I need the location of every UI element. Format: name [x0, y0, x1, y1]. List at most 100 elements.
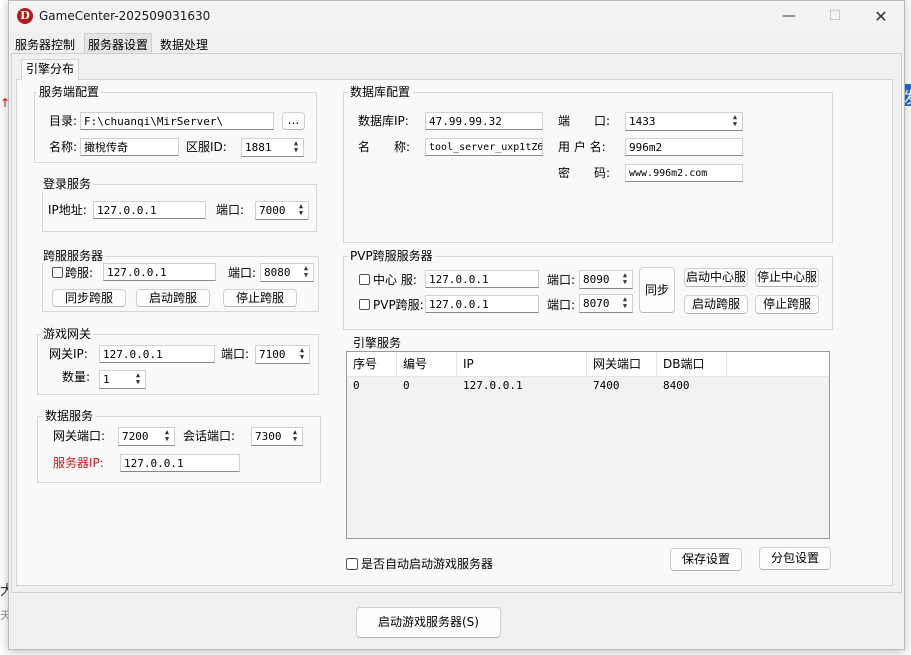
cross-ip-input[interactable]: 127.0.0.1: [103, 263, 216, 281]
region-value: 1881: [245, 141, 272, 154]
gateway-count-value: 1: [103, 373, 110, 386]
table-cell[interactable]: 127.0.0.1: [457, 377, 523, 395]
pvp-port-value: 8070: [583, 297, 610, 310]
pvp-sync-button[interactable]: 同步: [639, 267, 675, 313]
auto-start-label: 是否自动启动游戏服务器: [361, 557, 494, 571]
db-name-input[interactable]: tool_server_uxp1tZ6: [425, 138, 543, 156]
pvp-port-stepper[interactable]: 8070 ▲ ▼: [579, 294, 633, 313]
name-input[interactable]: 撖梲传奇: [80, 138, 179, 156]
pvp-checkbox[interactable]: [359, 299, 370, 310]
region-stepper[interactable]: 1881 ▲ ▼: [241, 138, 304, 157]
minimize-button[interactable]: —: [766, 1, 812, 32]
center-port-label: 端口:: [547, 273, 576, 287]
gateway-port-stepper[interactable]: 7100 ▲ ▼: [255, 345, 310, 364]
column-header[interactable]: 编号: [397, 352, 457, 376]
tab-server-control[interactable]: 服务器控制: [15, 36, 75, 53]
db-user-label: 用 户 名:: [558, 140, 606, 154]
pvp-stop-cross-button[interactable]: 停止跨服: [755, 295, 819, 314]
app-icon: D: [17, 8, 33, 24]
column-header[interactable]: 序号: [347, 352, 397, 376]
center-label: 中心 服:: [373, 273, 417, 287]
session-port-label: 会话端口:: [183, 429, 236, 443]
pvp-ip-input[interactable]: 127.0.0.1: [425, 295, 539, 313]
db-port-label: 端 口:: [558, 114, 611, 128]
spin-arrows-icon[interactable]: ▲ ▼: [291, 140, 301, 154]
server-ip-label: 服务器IP:: [53, 456, 104, 470]
login-port-value: 7000: [259, 204, 286, 217]
gateway-ip-input[interactable]: 127.0.0.1: [99, 345, 215, 363]
column-header[interactable]: DB端口: [657, 352, 727, 376]
sync-cross-button[interactable]: 同步跨服: [52, 289, 126, 307]
table-cell[interactable]: 0: [397, 377, 410, 395]
spin-arrows-icon[interactable]: ▲ ▼: [297, 347, 307, 361]
table-cell[interactable]: 7400: [587, 377, 620, 395]
db-password-input[interactable]: www.996m2.com: [625, 164, 743, 182]
db-password-label: 密 码:: [558, 166, 611, 180]
spin-arrows-icon[interactable]: ▲ ▼: [620, 272, 630, 286]
tab-engine-distribution[interactable]: 引擎分布: [21, 59, 80, 81]
db-port-value: 1433: [629, 115, 656, 128]
spin-arrows-icon[interactable]: ▲ ▼: [301, 265, 311, 279]
column-header[interactable]: 网关端口: [587, 352, 657, 376]
region-label: 区服ID:: [186, 140, 227, 154]
maximize-button[interactable]: ☐: [812, 1, 858, 32]
db-user-input[interactable]: 996m2: [625, 138, 743, 156]
pvp-start-cross-button[interactable]: 启动跨服: [684, 295, 748, 314]
login-ip-input[interactable]: 127.0.0.1: [93, 201, 206, 219]
tab-server-settings[interactable]: 服务器设置: [84, 33, 153, 54]
center-ip-input[interactable]: 127.0.0.1: [425, 270, 539, 288]
spin-arrows-icon[interactable]: ▲ ▼: [290, 429, 300, 443]
stop-cross-button[interactable]: 停止跨服: [223, 289, 297, 307]
db-name-label: 名 称:: [358, 140, 411, 154]
split-settings-button[interactable]: 分包设置: [759, 547, 831, 570]
start-game-server-button[interactable]: 启动游戏服务器(S): [356, 607, 501, 638]
db-port-stepper[interactable]: 1433 ▲ ▼: [625, 112, 743, 131]
session-port-stepper[interactable]: 7300 ▲ ▼: [251, 427, 303, 446]
column-header[interactable]: IP: [457, 352, 587, 376]
cross-title: 跨服服务器: [41, 249, 106, 263]
data-service-title: 数据服务: [43, 409, 96, 423]
gw-port-label: 网关端口:: [53, 429, 106, 443]
cross-port-value: 8080: [264, 266, 291, 279]
engine-list[interactable]: 序号 编号 IP 网关端口 DB端口 0 0 127.0.0.1 7400 84…: [346, 351, 830, 539]
close-button[interactable]: ✕: [858, 1, 904, 32]
pvp-title: PVP跨服服务器: [348, 249, 435, 263]
cross-port-stepper[interactable]: 8080 ▲ ▼: [260, 263, 314, 282]
auto-start-checkbox[interactable]: [346, 558, 358, 570]
spin-arrows-icon[interactable]: ▲ ▼: [133, 372, 143, 386]
engine-title: 引擎服务: [351, 336, 404, 350]
server-ip-input[interactable]: 127.0.0.1: [120, 454, 240, 472]
start-cross-button[interactable]: 启动跨服: [136, 289, 210, 307]
tab-data-processing[interactable]: 数据处理: [160, 36, 208, 53]
stop-center-button[interactable]: 停止中心服: [755, 268, 819, 287]
pvp-port-label: 端口:: [547, 298, 576, 312]
gw-port-stepper[interactable]: 7200 ▲ ▼: [118, 427, 175, 446]
title-bar: D GameCenter-202509031630 — ☐ ✕: [9, 1, 904, 32]
gw-port-value: 7200: [122, 430, 149, 443]
gateway-title: 游戏网关: [41, 327, 94, 341]
engine-list-header: 序号 编号 IP 网关端口 DB端口: [347, 352, 829, 377]
center-checkbox[interactable]: [359, 274, 370, 285]
start-center-button[interactable]: 启动中心服: [684, 268, 748, 287]
db-ip-input[interactable]: 47.99.99.32: [425, 112, 543, 130]
cross-checkbox[interactable]: [52, 267, 63, 278]
spin-arrows-icon[interactable]: ▲ ▼: [620, 296, 630, 310]
spin-arrows-icon[interactable]: ▲ ▼: [730, 114, 740, 128]
table-cell[interactable]: 0: [347, 377, 360, 395]
spin-arrows-icon[interactable]: ▲ ▼: [162, 429, 172, 443]
login-port-stepper[interactable]: 7000 ▲ ▼: [255, 201, 309, 220]
center-port-stepper[interactable]: 8090 ▲ ▼: [579, 270, 633, 289]
gateway-count-stepper[interactable]: 1 ▲ ▼: [99, 370, 146, 389]
gateway-port-value: 7100: [259, 348, 286, 361]
gateway-count-label: 数量:: [62, 370, 91, 384]
spin-arrows-icon[interactable]: ▲ ▼: [296, 203, 306, 217]
save-settings-button[interactable]: 保存设置: [670, 548, 742, 571]
gateway-port-label: 端口:: [221, 347, 250, 361]
browse-button[interactable]: ...: [282, 112, 305, 130]
dir-input[interactable]: F:\chuanqi\MirServer\: [80, 112, 274, 130]
center-port-value: 8090: [583, 273, 610, 286]
gateway-ip-label: 网关IP:: [49, 347, 88, 361]
table-cell[interactable]: 8400: [657, 377, 690, 395]
cross-port-label: 端口:: [228, 266, 257, 280]
server-config-title: 服务端配置: [37, 85, 102, 99]
